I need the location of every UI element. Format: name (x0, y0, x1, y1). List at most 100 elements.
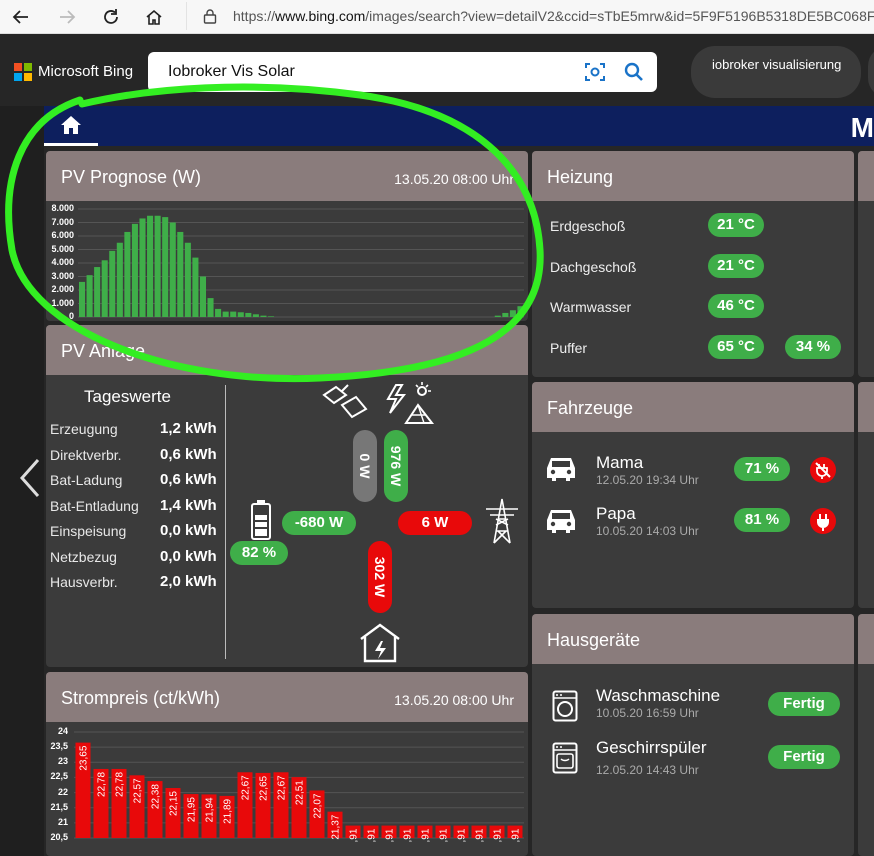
y-tick-label: 7.000 (51, 216, 74, 227)
price-data-label: 20,91 (457, 828, 468, 842)
pv-bar (184, 242, 191, 317)
vis-topbar: M (44, 106, 874, 146)
pv-bar (79, 281, 86, 317)
car-name: Mama (596, 453, 644, 472)
chevron-left-icon[interactable] (16, 456, 46, 500)
panel-header: Hausgeräte (532, 614, 854, 664)
tageswerte-value: 0,0 kWh (160, 522, 217, 539)
y-tick-label: 0 (68, 311, 74, 321)
pv-bar (199, 276, 207, 317)
reload-button[interactable] (98, 4, 124, 30)
strompreis-chart: 23,65 22,78 22,78 22,57 22,38 22,15 21,95 21,94… (74, 731, 524, 842)
heizung-label: Dachgeschoß (550, 259, 637, 275)
car-soc-pill: 81 % (734, 508, 790, 532)
cropped-panel (858, 382, 874, 608)
car-time: 10.05.20 14:03 Uhr (596, 524, 699, 538)
panel-header: PV Prognose (W) 13.05.20 08:00 Uhr (46, 151, 528, 201)
brand-name[interactable]: Microsoft Bing (38, 63, 133, 80)
device-name: Geschirrspüler (596, 738, 707, 757)
bing-header: Microsoft Bing Iobroker Vis Solar iobrok… (0, 34, 874, 106)
y-tick-label: 24 (57, 726, 68, 736)
y-tick-label: 3.000 (51, 270, 74, 281)
pv-power-value: 976 W (388, 445, 404, 487)
price-data-label: 22,15 (169, 791, 180, 816)
forward-button[interactable] (54, 4, 80, 30)
pv-prognose-date: 13.05.20 08:00 Uhr (394, 171, 514, 187)
y-tick-label: 2.000 (51, 284, 74, 294)
y-tick-label: 1.000 (51, 297, 74, 308)
pv-prognose-chart (78, 208, 524, 318)
pv-prognose-title: PV Prognose (W) (61, 167, 202, 187)
heizung-panel: Heizung Erdgeschoß 21 °C Dachgeschoß 21 … (532, 151, 854, 377)
tageswerte-value: 1,4 kWh (160, 496, 217, 514)
pv-bar (116, 242, 123, 317)
heizung-label: Puffer (550, 340, 588, 356)
home-button[interactable] (141, 4, 167, 30)
pv-anlage-panel: PV Anlage Tageswerte Erzeugung 1,2 kWh Dir… (46, 325, 528, 667)
car-icon (547, 510, 575, 533)
heizung-value: 21 °C (708, 254, 764, 278)
price-data-label: 20,91 (367, 828, 378, 842)
search-input[interactable]: Iobroker Vis Solar (168, 63, 295, 81)
back-button[interactable] (8, 4, 34, 30)
panel-header: Fahrzeuge (532, 382, 854, 432)
grid-power-pill: 6 W (398, 511, 472, 535)
pv-bar (109, 250, 116, 317)
price-data-label: 20,91 (511, 828, 522, 842)
home-tab[interactable] (44, 106, 98, 146)
device-status-pill: Fertig (768, 692, 840, 716)
tageswerte-label: Bat-Ladung (50, 472, 123, 488)
price-data-label: 20,91 (349, 828, 360, 842)
pv-bar (252, 314, 259, 317)
tageswerte-label: Einspeisung (50, 523, 127, 539)
solar-panel-shade-icon (322, 384, 368, 419)
tageswerte-value: 1,2 kWh (160, 420, 217, 437)
car-time: 12.05.20 19:34 Uhr (596, 473, 699, 487)
price-data-label: 22,07 (313, 793, 324, 818)
lock-icon (203, 9, 217, 24)
pv-bar (245, 312, 252, 317)
price-data-label: 22,38 (151, 784, 162, 809)
y-tick-label: 23,5 (50, 741, 68, 752)
address-bar[interactable]: https://www.bing.com/images/search?view=… (186, 2, 874, 30)
price-data-label: 20,91 (385, 828, 396, 842)
battery-power-pill: -680 W (282, 511, 356, 535)
visual-search-icon[interactable] (584, 61, 606, 83)
pv-bar (509, 310, 516, 317)
search-box[interactable]: Iobroker Vis Solar (148, 52, 657, 92)
price-data-label: 20,91 (493, 828, 504, 842)
pv-bar (124, 231, 131, 317)
y-tick-label: 22,5 (50, 771, 68, 782)
tageswerte-label: Direktverbr. (50, 446, 122, 463)
heizung-value: 21 °C (708, 213, 764, 237)
related-search-chip-2[interactable] (868, 46, 874, 98)
search-icon[interactable] (622, 60, 646, 84)
heizung-value: 46 °C (708, 294, 764, 318)
battery-icon (251, 500, 271, 540)
pv-bar (207, 298, 214, 317)
hausgeraete-title: Hausgeräte (547, 630, 641, 650)
plug-connected-icon (810, 508, 836, 534)
heizung-value-secondary: 34 % (785, 335, 841, 359)
pv-gray-power-value: 0 W (357, 453, 373, 479)
battery-soc-pill: 82 % (230, 541, 288, 565)
microsoft-logo-icon[interactable] (14, 63, 32, 81)
url-prefix: https:// (233, 8, 276, 24)
heizung-value: 65 °C (708, 335, 764, 359)
pv-bar (169, 222, 176, 317)
related-search-chip[interactable]: iobroker visualisierung (691, 46, 861, 98)
pv-gray-power-pill: 0 W (353, 430, 377, 502)
price-data-label: 23,65 (79, 745, 90, 770)
fahrzeuge-panel: Fahrzeuge Mama 12.05.20 19:34 Uhr 71 % P… (532, 382, 854, 608)
fahrzeuge-title: Fahrzeuge (547, 398, 634, 418)
y-tick-label: 20,5 (50, 832, 68, 842)
pv-bar (192, 257, 199, 317)
pv-prognose-panel: PV Prognose (W) 13.05.20 08:00 Uhr 8.000… (46, 151, 528, 321)
tageswerte-value: 2,0 kWh (160, 573, 217, 590)
price-data-label: 21,95 (187, 797, 198, 822)
pv-power-pill: 976 W (384, 430, 408, 502)
tageswerte-label: Erzeugung (50, 421, 118, 437)
price-data-label: 22,78 (97, 772, 108, 797)
topbar-title-fragment: M (850, 112, 874, 143)
house-power-value: 302 W (372, 556, 388, 598)
